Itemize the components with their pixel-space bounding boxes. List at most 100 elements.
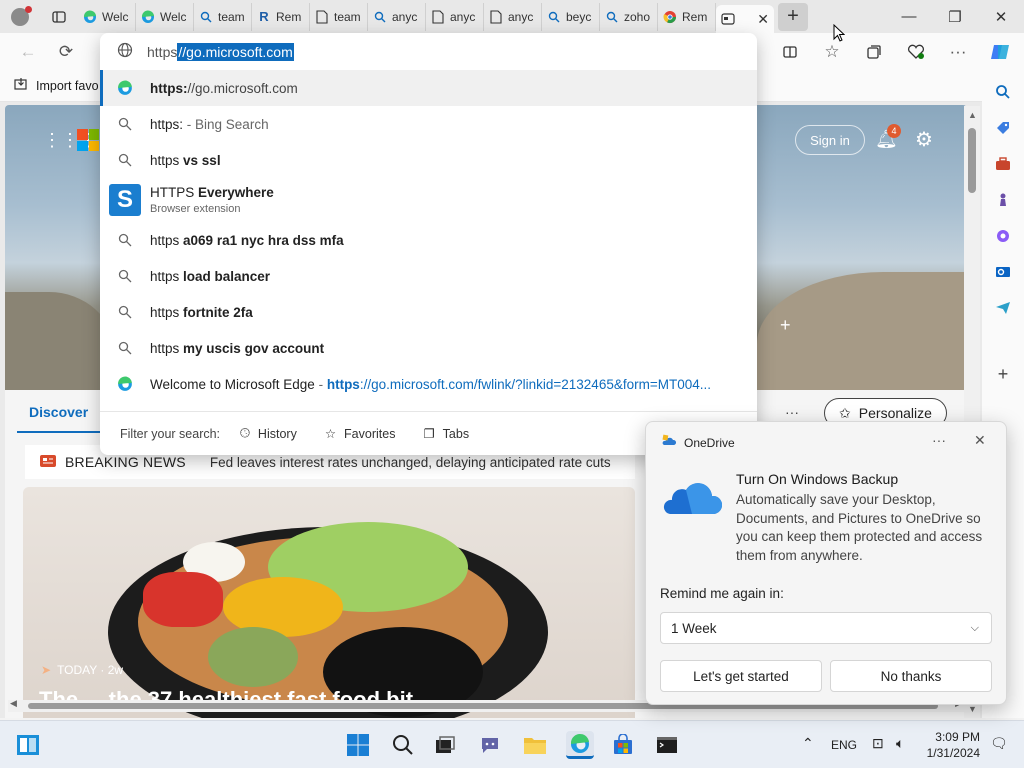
profile-button[interactable] xyxy=(0,0,40,33)
tray-chevron-up-icon[interactable]: ⌃ xyxy=(802,735,814,752)
sign-in-button[interactable]: Sign in xyxy=(795,125,865,155)
minimize-button[interactable]: — xyxy=(886,0,932,33)
terminal-button[interactable] xyxy=(653,731,681,759)
file-explorer-button[interactable] xyxy=(521,731,549,759)
suggestion-bold: Everywhere xyxy=(198,185,274,200)
filter-history-button[interactable]: 🕓︎ History xyxy=(232,426,305,441)
filter-favorites-button[interactable]: ☆ Favorites xyxy=(317,426,404,442)
tools-briefcase-icon[interactable] xyxy=(991,152,1015,176)
shopping-tag-icon[interactable] xyxy=(991,116,1015,140)
store-button[interactable] xyxy=(609,731,637,759)
suggestion-search[interactable]: https my uscis gov account xyxy=(100,330,757,366)
tab-4[interactable]: R Rem xyxy=(252,2,310,31)
collections-icon xyxy=(867,44,881,59)
tab-6[interactable]: anyc xyxy=(368,2,426,31)
maximize-button[interactable]: ❐ xyxy=(932,0,978,33)
suggestion-url[interactable]: https://go.microsoft.com xyxy=(100,70,757,106)
tab-9[interactable]: beyc xyxy=(542,2,600,31)
games-chess-icon[interactable] xyxy=(991,188,1015,212)
scroll-down-icon[interactable]: ▼ xyxy=(968,704,977,714)
start-button[interactable] xyxy=(344,731,372,759)
tab-label: Welc xyxy=(160,9,187,24)
suggestion-separator: - xyxy=(314,376,327,392)
refresh-button[interactable]: ⟳ xyxy=(50,36,82,68)
suggestion-text: https xyxy=(150,304,184,320)
tab-active[interactable]: ✕ xyxy=(716,5,774,33)
taskbar-search-button[interactable] xyxy=(389,731,417,759)
onedrive-cloud-icon xyxy=(663,483,722,514)
teams-chat-button[interactable] xyxy=(476,731,504,759)
task-view-button[interactable] xyxy=(431,731,459,759)
search-icon xyxy=(117,269,133,283)
performance-button[interactable] xyxy=(900,36,932,68)
search-icon[interactable] xyxy=(991,80,1015,104)
suggestion-text: Welcome to Microsoft Edge xyxy=(150,376,315,392)
history-icon: 🕓︎ xyxy=(240,426,250,440)
tab-11[interactable]: Rem xyxy=(658,2,716,31)
address-bar-input[interactable]: https//go.microsoft.com xyxy=(100,33,757,70)
taskbar: ⌃ ENG ⊡ 🔈︎ 3:09 PM 1/31/2024 🗨︎ xyxy=(0,720,1024,768)
suggestion-muted: - Bing Search xyxy=(183,116,269,132)
breaking-news-headline[interactable]: Fed leaves interest rates unchanged, del… xyxy=(210,455,611,470)
new-tab-button[interactable]: + xyxy=(778,2,808,31)
no-thanks-button[interactable]: No thanks xyxy=(830,660,992,692)
suggestion-bold: vs ssl xyxy=(183,152,221,168)
edge-icon xyxy=(141,9,155,24)
send-drop-icon[interactable] xyxy=(991,296,1015,320)
search-icon xyxy=(199,10,213,24)
language-indicator[interactable]: ENG xyxy=(831,738,857,752)
add-sidebar-app-icon[interactable]: + xyxy=(991,362,1015,386)
suggestion-search[interactable]: https fortnite 2fa xyxy=(100,294,757,330)
tab-7[interactable]: anyc xyxy=(426,2,484,31)
notification-more-icon[interactable]: ··· xyxy=(932,432,946,448)
suggestion-history[interactable]: Welcome to Microsoft Edge - https://go.m… xyxy=(100,366,757,402)
suggestion-search[interactable]: https: - Bing Search xyxy=(100,106,757,142)
close-window-button[interactable]: ✕ xyxy=(978,0,1024,33)
notification-center-icon[interactable]: 🗨︎ xyxy=(990,735,1008,752)
suggestion-extension[interactable]: S HTTPS Everywhere Browser extension xyxy=(100,178,757,222)
news-card[interactable]: ➤ TODAY · 2w The ... the 37 healthiest f… xyxy=(23,487,635,718)
extension-s-icon: S xyxy=(109,184,141,216)
filter-tabs-button[interactable]: ❐ Tabs xyxy=(415,426,477,442)
tab-actions-button[interactable] xyxy=(40,0,78,33)
tab-2[interactable]: Welc xyxy=(136,2,194,31)
scroll-up-icon[interactable]: ▲ xyxy=(968,110,977,120)
page-settings-gear-icon[interactable]: ⚙ xyxy=(915,127,933,152)
tab-discover[interactable]: Discover xyxy=(17,393,101,433)
lets-get-started-button[interactable]: Let's get started xyxy=(660,660,822,692)
widgets-button[interactable] xyxy=(14,731,42,759)
tab-3[interactable]: team xyxy=(194,2,252,31)
feed-more-icon[interactable]: ··· xyxy=(785,404,799,420)
copilot-button[interactable] xyxy=(984,36,1016,68)
scrollbar-thumb[interactable] xyxy=(968,128,976,193)
document-icon xyxy=(489,9,503,24)
notification-close-icon[interactable]: ✕ xyxy=(974,432,986,449)
import-favorites-link[interactable]: Import favo xyxy=(36,79,99,93)
scroll-left-icon[interactable]: ◀ xyxy=(10,698,17,709)
edge-taskbar-button[interactable] xyxy=(566,731,594,759)
outlook-icon[interactable] xyxy=(991,260,1015,284)
collections-button[interactable] xyxy=(858,36,890,68)
suggestion-text: https: xyxy=(150,116,184,132)
volume-icon[interactable]: 🔈︎ xyxy=(896,735,904,752)
tab-5[interactable]: team xyxy=(310,2,368,31)
clock[interactable]: 3:09 PM 1/31/2024 xyxy=(918,729,980,761)
settings-more-button[interactable]: ··· xyxy=(942,36,974,68)
back-button[interactable]: ← xyxy=(12,36,44,68)
edge-icon xyxy=(570,733,589,753)
microsoft365-icon[interactable] xyxy=(991,224,1015,248)
add-shortcut-icon[interactable]: + xyxy=(780,315,791,336)
split-screen-button[interactable] xyxy=(774,36,806,68)
close-tab-icon[interactable]: ✕ xyxy=(757,11,769,28)
tab-1[interactable]: Welc xyxy=(78,2,136,31)
network-icon[interactable]: ⊡ xyxy=(872,735,884,752)
address-bar-dropdown: https//go.microsoft.com https://go.micro… xyxy=(100,33,757,455)
address-selected-text: //go.microsoft.com xyxy=(177,42,294,61)
tab-10[interactable]: zoho xyxy=(600,2,658,31)
suggestion-search[interactable]: https a069 ra1 nyc hra dss mfa xyxy=(100,222,757,258)
task-view-icon xyxy=(436,736,455,753)
tab-8[interactable]: anyc xyxy=(484,2,542,31)
suggestion-search[interactable]: https load balancer xyxy=(100,258,757,294)
suggestion-search[interactable]: https vs ssl xyxy=(100,142,757,178)
remind-select[interactable]: 1 Week ⌵ xyxy=(660,612,992,644)
